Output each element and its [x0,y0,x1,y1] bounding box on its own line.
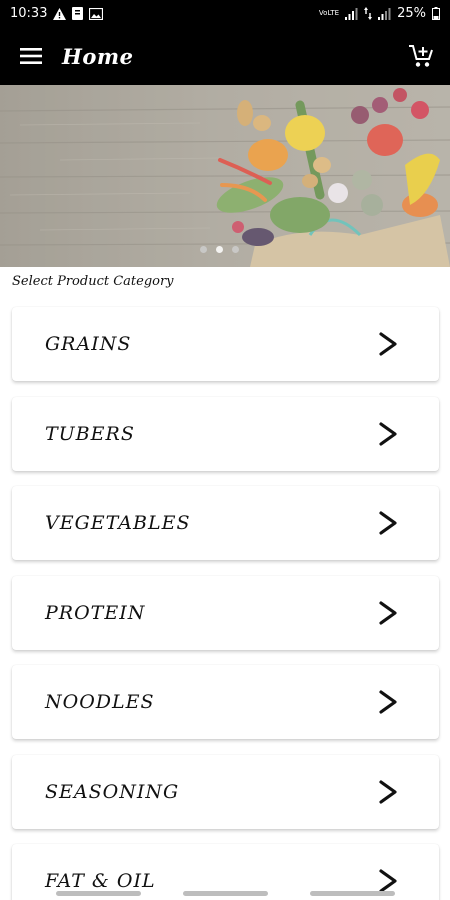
status-bar: 10:33 VoLTE 25% [0,0,450,27]
hamburger-icon [20,48,42,64]
category-label: GRAINS [45,333,132,355]
category-label: VEGETABLES [45,512,191,534]
banner-image[interactable] [0,85,450,267]
carousel-dot[interactable] [200,246,207,253]
app-bar: Home [0,27,450,85]
carousel-dot[interactable] [232,246,239,253]
vegetables-banner-illustration [0,85,450,267]
category-card-vegetables[interactable]: VEGETABLES [12,486,439,560]
battery-icon [432,7,440,20]
category-list: GRAINS TUBERS VEGETABLES PROTEIN NOODLES… [12,307,439,900]
category-card-protein[interactable]: PROTEIN [12,575,439,650]
warning-icon [53,7,67,20]
data-transfer-icon [364,7,373,20]
cart-add-icon [409,45,433,67]
chevron-right-icon [377,600,399,626]
network-label: VoLTE [318,9,340,17]
carousel-dot-active[interactable] [216,246,223,253]
category-label: TUBERS [45,422,135,445]
cart-button[interactable] [404,39,438,73]
chevron-right-icon [377,779,399,805]
image-icon [89,7,104,20]
nav-gesture-right[interactable] [310,891,395,896]
page-title: Home [62,43,134,69]
nav-gesture-home[interactable] [183,891,268,896]
signal-icon-2 [378,7,391,20]
signal-icon [345,7,358,20]
category-label: SEASONING [45,780,180,803]
chevron-right-icon [377,421,399,447]
category-label: FAT & OIL [45,870,156,892]
chevron-right-icon [377,689,399,715]
category-label: PROTEIN [45,601,146,624]
carousel-indicator[interactable] [200,246,239,253]
category-card-tubers[interactable]: TUBERS [12,396,439,471]
category-label: NOODLES [45,691,155,713]
chevron-right-icon [377,331,399,357]
section-label: Select Product Category [12,274,174,289]
status-right: VoLTE 25% [319,6,440,21]
status-left: 10:33 [10,6,104,21]
message-icon [72,7,84,20]
nav-gesture-left[interactable] [56,891,141,896]
category-card-seasoning[interactable]: SEASONING [12,754,439,829]
battery-percent: 25% [397,6,426,21]
chevron-right-icon [377,510,399,536]
category-card-noodles[interactable]: NOODLES [12,665,439,739]
status-time: 10:33 [10,6,48,21]
category-card-grains[interactable]: GRAINS [12,307,439,381]
menu-button[interactable] [0,27,62,85]
